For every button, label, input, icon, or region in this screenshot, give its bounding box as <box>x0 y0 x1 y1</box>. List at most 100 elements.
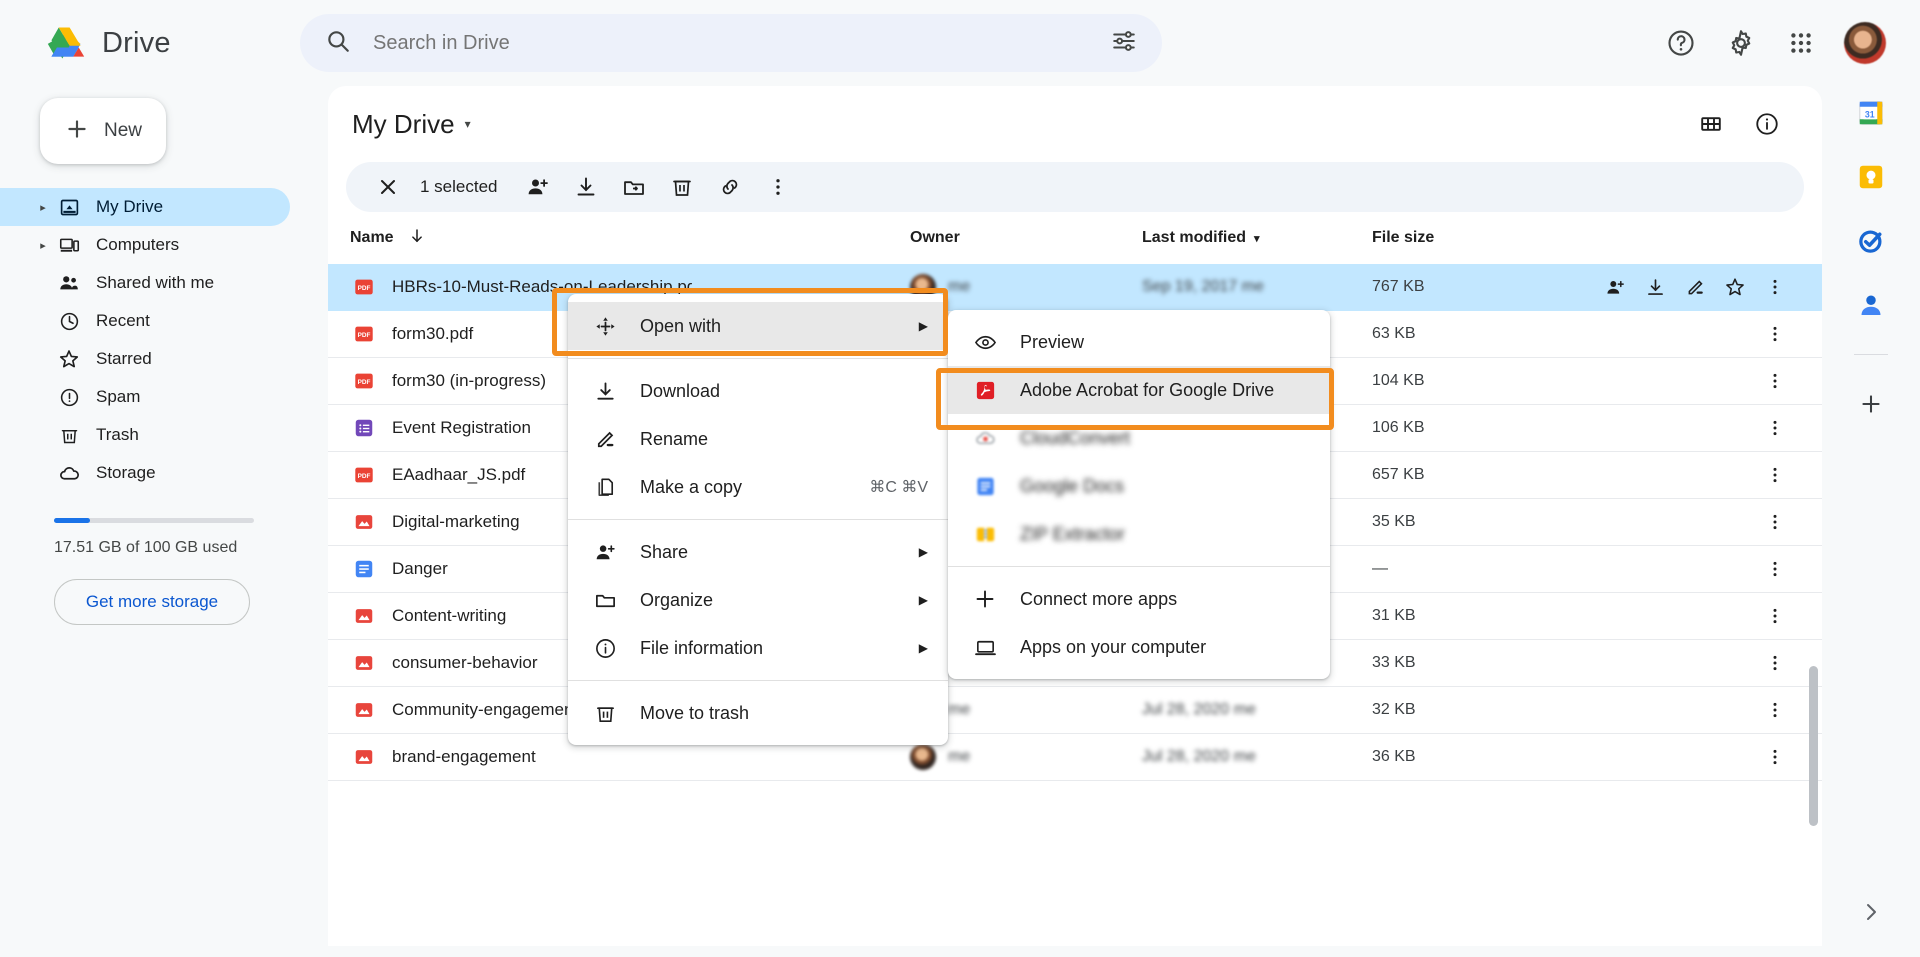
submenu-item-preview[interactable]: Preview <box>948 318 1330 366</box>
more-vert-icon[interactable] <box>1758 646 1792 680</box>
new-button[interactable]: New <box>40 98 166 164</box>
vertical-scrollbar[interactable] <box>1809 666 1818 826</box>
context-menu-item-open-with[interactable]: Open with ▶ <box>568 302 948 350</box>
context-menu-item-organize[interactable]: Organize ▶ <box>568 576 948 624</box>
trash-icon <box>592 700 618 726</box>
submenu-item-connect-more-apps[interactable]: Connect more apps <box>948 575 1330 623</box>
download-icon[interactable] <box>562 165 610 209</box>
arrow-down-icon[interactable] <box>408 227 426 250</box>
info-circle-icon[interactable] <box>1746 103 1788 145</box>
sidebar-item-my-drive[interactable]: ▸ My Drive <box>0 188 290 226</box>
sidebar-item-label: My Drive <box>96 197 163 217</box>
table-row[interactable]: brand-engagement me Jul 28, 2020 me 36 K… <box>328 734 1822 781</box>
close-icon[interactable] <box>364 165 412 209</box>
pdf-file-icon: PDF <box>350 461 378 489</box>
chevron-right-icon[interactable]: ▸ <box>34 239 52 252</box>
sidebar-item-storage[interactable]: Storage <box>0 454 290 492</box>
more-vert-icon[interactable] <box>1758 693 1792 727</box>
avatar[interactable] <box>1844 22 1886 64</box>
chevron-down-icon[interactable]: ▾ <box>465 117 471 131</box>
context-menu-item-download[interactable]: Download <box>568 367 948 415</box>
more-vert-icon[interactable] <box>1758 411 1792 445</box>
table-row[interactable]: Community-engagement me Jul 28, 2020 me … <box>328 687 1822 734</box>
grid-view-icon[interactable] <box>1690 103 1732 145</box>
submenu-item-google-docs[interactable]: Google Docs <box>948 462 1330 510</box>
column-header-owner[interactable]: Owner <box>910 229 960 246</box>
chevron-right-icon[interactable]: ▸ <box>34 201 52 214</box>
more-vert-icon[interactable] <box>1758 270 1792 304</box>
plus-icon[interactable] <box>1856 389 1886 419</box>
sidebar-item-starred[interactable]: Starred <box>0 340 290 378</box>
google-forms-file-icon <box>350 414 378 442</box>
menu-item-label: Move to trash <box>640 703 928 724</box>
person-add-icon[interactable] <box>514 165 562 209</box>
brand[interactable]: Drive <box>0 23 300 63</box>
sidebar-item-shared-with-me[interactable]: Shared with me <box>0 264 290 302</box>
trash-icon[interactable] <box>658 165 706 209</box>
image-file-icon <box>350 743 378 771</box>
table-row[interactable]: PDF HBRs-10-Must-Reads-on-Leadership.pdf… <box>328 264 1822 311</box>
file-size: 767 KB <box>1372 278 1424 295</box>
column-header-file-size[interactable]: File size <box>1372 229 1434 246</box>
submenu-item-cloudconvert[interactable]: CloudConvert <box>948 414 1330 462</box>
page-title[interactable]: My Drive ▾ <box>352 109 471 140</box>
gear-icon[interactable] <box>1724 26 1758 60</box>
storage-section: 17.51 GB of 100 GB used Get more storage <box>54 518 270 625</box>
submenu-item-label: CloudConvert <box>1020 428 1310 449</box>
search-input[interactable] <box>373 32 1089 55</box>
google-tasks-icon[interactable] <box>1856 226 1886 256</box>
file-size: 63 KB <box>1372 325 1416 342</box>
context-menu-item-share[interactable]: Share ▶ <box>568 528 948 576</box>
more-vert-icon[interactable] <box>1758 552 1792 586</box>
star-icon[interactable] <box>1718 270 1752 304</box>
svg-text:PDF: PDF <box>358 379 371 386</box>
tune-filter-icon[interactable] <box>1111 28 1137 59</box>
submenu-item-label: Preview <box>1020 332 1310 353</box>
google-calendar-icon[interactable]: 31 <box>1856 98 1886 128</box>
submenu-item-apps-on-your-computer[interactable]: Apps on your computer <box>948 623 1330 671</box>
link-icon[interactable] <box>706 165 754 209</box>
google-keep-icon[interactable] <box>1856 162 1886 192</box>
column-header-name[interactable]: Name <box>350 229 394 247</box>
submenu-item-adobe-acrobat[interactable]: Adobe Acrobat for Google Drive <box>948 366 1330 414</box>
spam-icon <box>52 387 86 408</box>
context-menu-item-rename[interactable]: Rename <box>568 415 948 463</box>
search-bar[interactable] <box>300 14 1162 72</box>
sidebar-item-trash[interactable]: Trash <box>0 416 290 454</box>
more-vert-icon[interactable] <box>754 165 802 209</box>
google-contacts-icon[interactable] <box>1856 290 1886 320</box>
context-menu-item-make-a-copy[interactable]: Make a copy ⌘C ⌘V <box>568 463 948 511</box>
page-title-label: My Drive <box>352 109 455 140</box>
more-vert-icon[interactable] <box>1758 364 1792 398</box>
computers-icon <box>52 235 86 256</box>
sidebar-item-recent[interactable]: Recent <box>0 302 290 340</box>
chevron-down-icon[interactable]: ▾ <box>1254 232 1260 245</box>
person-add-icon[interactable] <box>1598 270 1632 304</box>
more-vert-icon[interactable] <box>1758 458 1792 492</box>
sidebar-item-label: Storage <box>96 463 156 483</box>
more-vert-icon[interactable] <box>1758 317 1792 351</box>
context-menu-item-file-information[interactable]: File information ▶ <box>568 624 948 672</box>
more-vert-icon[interactable] <box>1758 599 1792 633</box>
file-size: 36 KB <box>1372 748 1416 765</box>
get-more-storage-button[interactable]: Get more storage <box>54 579 250 625</box>
more-vert-icon[interactable] <box>1758 505 1792 539</box>
move-folder-icon[interactable] <box>610 165 658 209</box>
column-header-last-modified[interactable]: Last modified <box>1142 229 1246 247</box>
chevron-right-icon[interactable] <box>1859 900 1883 929</box>
sidebar-item-computers[interactable]: ▸ Computers <box>0 226 290 264</box>
more-vert-icon[interactable] <box>1758 740 1792 774</box>
google-drive-app: Drive <box>0 0 1920 957</box>
menu-item-label: Organize <box>640 590 897 611</box>
download-icon[interactable] <box>1638 270 1672 304</box>
sidebar-item-spam[interactable]: Spam <box>0 378 290 416</box>
file-name: form30.pdf <box>392 324 473 344</box>
submenu-item-zip-extractor[interactable]: ZIP Extractor <box>948 510 1330 558</box>
edit-icon[interactable] <box>1678 270 1712 304</box>
help-circle-icon[interactable] <box>1664 26 1698 60</box>
cloud-icon <box>52 462 86 485</box>
context-menu-item-move-to-trash[interactable]: Move to trash <box>568 689 948 737</box>
pdf-file-icon: PDF <box>350 273 378 301</box>
file-name: Event Registration <box>392 418 531 438</box>
apps-grid-icon[interactable] <box>1784 26 1818 60</box>
